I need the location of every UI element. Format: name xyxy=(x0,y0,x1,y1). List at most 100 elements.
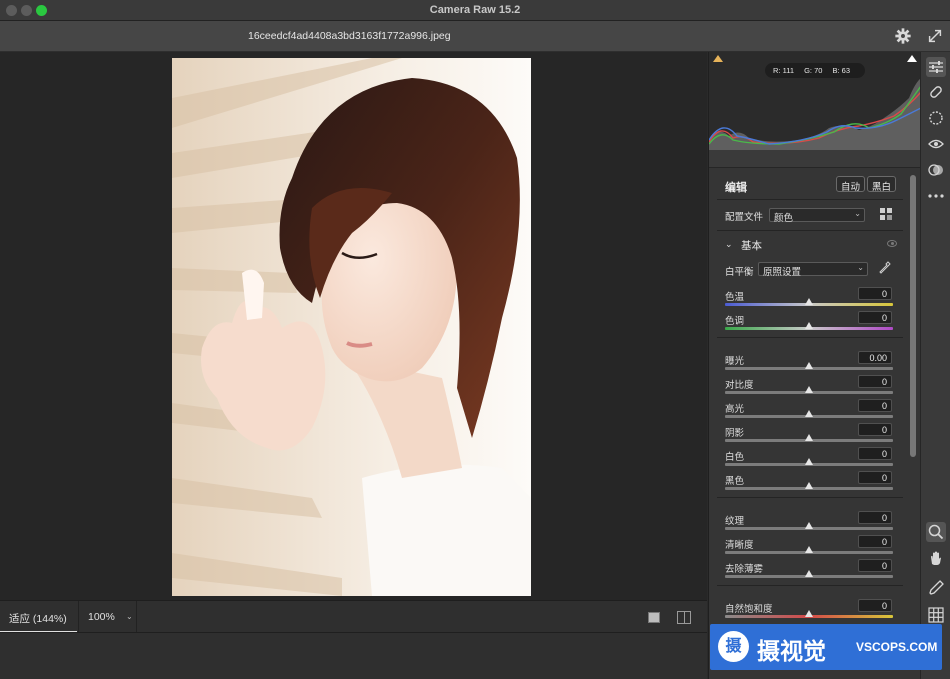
zoom-fit-button[interactable]: 适应 (144%) xyxy=(0,601,77,633)
slider-thumb[interactable] xyxy=(805,362,813,369)
section-basic-title[interactable]: 基本 xyxy=(741,238,762,253)
collapse-chevron-icon[interactable]: ⌄ xyxy=(725,239,733,250)
red-readout: R: 111 xyxy=(773,66,794,75)
file-header: 16ceedcf4ad4408a3bd3163f1772a996.jpeg xyxy=(0,21,950,52)
slider-value-input[interactable]: 0 xyxy=(858,599,892,612)
slider-label: 去除薄雾 xyxy=(725,564,764,575)
presets-icon[interactable] xyxy=(926,160,946,180)
slider-thumb[interactable] xyxy=(805,386,813,393)
slider-value-input[interactable]: 0 xyxy=(858,311,892,324)
photo-preview[interactable] xyxy=(172,58,531,596)
grid-icon[interactable] xyxy=(926,605,946,625)
window-title: Camera Raw 15.2 xyxy=(429,4,521,16)
zoom-dropdown-chevron-icon[interactable]: ⌄ xyxy=(124,601,137,633)
histogram-footer xyxy=(709,150,921,168)
green-readout: G: 70 xyxy=(804,66,823,75)
slider-thumb[interactable] xyxy=(805,410,813,417)
chevron-down-icon: ⌄ xyxy=(857,263,864,272)
hand-icon[interactable] xyxy=(926,548,946,568)
slider-thumb[interactable] xyxy=(805,546,813,553)
fullscreen-expand-icon[interactable] xyxy=(926,27,944,45)
mask-icon[interactable] xyxy=(926,108,946,128)
slider-value-input[interactable]: 0 xyxy=(858,399,892,412)
white-balance-eyedropper-icon[interactable] xyxy=(879,261,891,275)
slider-label: 纹理 xyxy=(725,516,745,527)
more-icon[interactable] xyxy=(926,186,946,206)
slider-label: 对比度 xyxy=(725,380,754,391)
slider-thumb[interactable] xyxy=(805,458,813,465)
slider-thumb[interactable] xyxy=(805,298,813,305)
slider-row[interactable]: 曝光 0.00 xyxy=(709,351,909,377)
slider-value-input[interactable]: 0 xyxy=(858,447,892,460)
white-balance-label: 白平衡 xyxy=(725,267,754,278)
single-view-icon[interactable] xyxy=(648,612,660,623)
white-balance-select[interactable]: 原照设置 ⌄ xyxy=(758,262,868,278)
slider-label: 自然饱和度 xyxy=(725,604,773,615)
auto-button[interactable]: 自动 xyxy=(836,176,866,193)
slider-value-input[interactable]: 0.00 xyxy=(858,351,892,364)
heal-bandage-icon[interactable] xyxy=(926,82,946,102)
slider-value-input[interactable]: 0 xyxy=(858,535,892,548)
slider-row[interactable]: 白色 0 xyxy=(709,447,909,473)
slider-label: 色调 xyxy=(725,316,745,327)
slider-value-input[interactable]: 0 xyxy=(858,559,892,572)
slider-row[interactable]: 纹理 0 xyxy=(709,511,909,537)
zoom-100-button[interactable]: 100% xyxy=(78,601,124,633)
color-sampler-icon[interactable] xyxy=(926,578,946,598)
slider-label: 清晰度 xyxy=(725,540,754,551)
histogram: R: 111 G: 70 B: 63 xyxy=(709,52,921,150)
slider-label: 阴影 xyxy=(725,428,745,439)
slider-value-input[interactable]: 0 xyxy=(858,287,892,300)
blue-readout: B: 63 xyxy=(832,66,851,75)
settings-gear-icon[interactable] xyxy=(894,27,912,45)
slider-value-input[interactable]: 0 xyxy=(858,423,892,436)
slider-thumb[interactable] xyxy=(805,322,813,329)
slider-row[interactable]: 清晰度 0 xyxy=(709,535,909,561)
edit-scroll-area[interactable]: 编辑 自动 黑白 配置文件 颜色 ⌄ ⌄ 基本 白平衡 原照设置 ⌄ 色温 0 色调… xyxy=(709,169,921,679)
slider-row[interactable]: 去除薄雾 0 xyxy=(709,559,909,585)
rgb-readout: R: 111 G: 70 B: 63 xyxy=(765,63,865,78)
slider-label: 高光 xyxy=(725,404,745,415)
highlight-clipping-icon[interactable] xyxy=(907,55,917,62)
slider-label: 曝光 xyxy=(725,356,745,367)
slider-thumb[interactable] xyxy=(805,522,813,529)
file-name: 16ceedcf4ad4408a3bd3163f1772a996.jpeg xyxy=(248,30,451,42)
profile-browser-icon[interactable] xyxy=(880,208,894,221)
panel-scrollbar[interactable] xyxy=(910,175,916,457)
slider-thumb[interactable] xyxy=(805,570,813,577)
title-bar: Camera Raw 15.2 xyxy=(0,0,950,21)
black-white-button[interactable]: 黑白 xyxy=(867,176,897,193)
watermark-badge: 摄 xyxy=(718,631,749,662)
slider-row[interactable]: 阴影 0 xyxy=(709,423,909,449)
slider-thumb[interactable] xyxy=(805,610,813,617)
slider-thumb[interactable] xyxy=(805,482,813,489)
divider xyxy=(717,337,903,338)
profile-select[interactable]: 颜色 ⌄ xyxy=(769,208,865,224)
shadow-clipping-icon[interactable] xyxy=(713,55,723,62)
slider-row[interactable]: 色温 0 xyxy=(709,287,909,313)
image-canvas[interactable] xyxy=(0,52,707,600)
slider-value-input[interactable]: 0 xyxy=(858,511,892,524)
slider-thumb[interactable] xyxy=(805,434,813,441)
profile-label: 配置文件 xyxy=(725,212,764,223)
divider xyxy=(717,585,903,586)
slider-row[interactable]: 色调 0 xyxy=(709,311,909,337)
profile-select-value: 颜色 xyxy=(774,213,794,224)
slider-row[interactable]: 自然饱和度 0 xyxy=(709,599,909,625)
slider-value-input[interactable]: 0 xyxy=(858,375,892,388)
slider-value-input[interactable]: 0 xyxy=(858,471,892,484)
before-after-compare-icon[interactable] xyxy=(677,611,691,624)
slider-row[interactable]: 黑色 0 xyxy=(709,471,909,497)
histogram-graph xyxy=(709,78,921,150)
slider-row[interactable]: 高光 0 xyxy=(709,399,909,425)
red-eye-icon[interactable] xyxy=(926,134,946,154)
footer-strip xyxy=(0,632,707,679)
divider xyxy=(717,497,903,498)
edit-sliders-icon[interactable] xyxy=(926,57,946,77)
visibility-eye-icon[interactable] xyxy=(887,240,897,247)
watermark-text: 摄视觉 xyxy=(757,639,826,665)
divider xyxy=(717,199,903,200)
view-bottom-bar: 适应 (144%) 100% ⌄ xyxy=(0,600,707,633)
zoom-icon[interactable] xyxy=(926,522,946,542)
slider-row[interactable]: 对比度 0 xyxy=(709,375,909,401)
